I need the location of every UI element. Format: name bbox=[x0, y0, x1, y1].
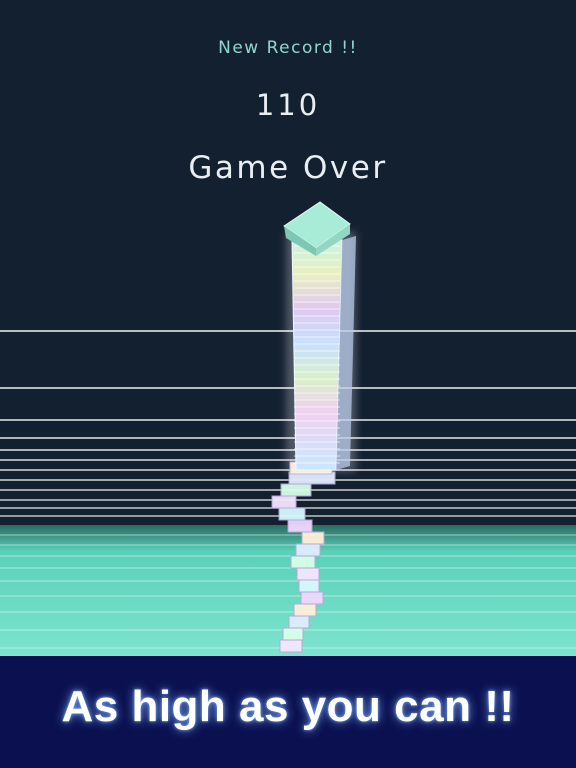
tower-block bbox=[287, 519, 313, 533]
new-record-label: New Record !! bbox=[218, 38, 358, 58]
game-over-label: Game Over bbox=[188, 150, 388, 186]
tower-block bbox=[298, 579, 320, 593]
tower-block bbox=[301, 531, 325, 545]
promo-slogan: As high as you can !! bbox=[61, 682, 515, 731]
tower-block bbox=[295, 543, 321, 557]
tower-block bbox=[300, 591, 324, 605]
tower-block bbox=[282, 627, 304, 641]
tower-block bbox=[293, 603, 317, 617]
tower-block bbox=[288, 615, 310, 629]
tower-block bbox=[278, 507, 306, 521]
tower-block bbox=[271, 495, 297, 509]
tower-block bbox=[290, 555, 316, 569]
tower-block bbox=[280, 483, 312, 497]
tower-block bbox=[296, 567, 320, 581]
tower-block bbox=[279, 639, 303, 653]
score-value: 110 bbox=[255, 88, 321, 122]
